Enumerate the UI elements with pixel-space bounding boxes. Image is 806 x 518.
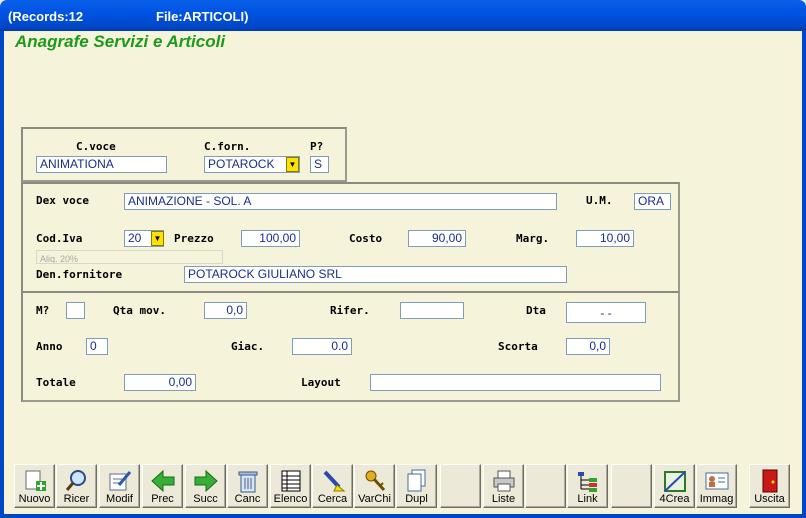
um-label: U.M. (586, 194, 613, 207)
um-input[interactable]: ORA (634, 193, 671, 210)
edit-document-icon (109, 471, 132, 491)
succ-label: Succ (193, 493, 218, 505)
dta-input[interactable]: - - (566, 302, 646, 323)
keys-icon (365, 470, 386, 492)
dupl-label: Dupl (405, 493, 428, 505)
scorta-label: Scorta (498, 340, 538, 353)
canc-button[interactable]: Canc (227, 464, 268, 508)
prec-button[interactable]: Prec (142, 464, 183, 508)
window-border-bottom (0, 514, 806, 518)
marg-input[interactable]: 10,00 (576, 230, 634, 247)
aliquota-readout: Aliq. 20% (36, 250, 223, 264)
rifer-label: Rifer. (330, 304, 370, 317)
list-grid-icon (281, 470, 301, 492)
forn-dropdown-button[interactable]: ▼ (286, 157, 299, 172)
nuovo-button[interactable]: Nuovo (14, 464, 55, 508)
p-input[interactable]: S (310, 156, 329, 173)
costo-label: Costo (349, 232, 383, 245)
prezzo-label: Prezzo (174, 232, 214, 245)
layout-input[interactable] (370, 374, 661, 391)
green-left-arrow-icon (151, 469, 175, 493)
magnifier-icon (65, 470, 86, 491)
iva-label: Cod.Iva (36, 232, 83, 245)
anno-label: Anno (36, 340, 63, 353)
new-document-plus-icon (25, 470, 46, 491)
prec-label: Prec (151, 493, 174, 505)
link-label: Link (577, 493, 598, 505)
ricer-label: Ricer (63, 493, 90, 505)
voce-input[interactable]: ANIMATIONA (36, 156, 167, 173)
dupl-button[interactable]: Dupl (396, 464, 437, 508)
immag-label: Immag (699, 493, 734, 505)
m-label: M? (36, 304, 50, 317)
chevron-down-icon: ▼ (153, 234, 162, 243)
iva-dropdown-button[interactable]: ▼ (151, 231, 164, 246)
succ-button[interactable]: Succ (185, 464, 226, 508)
action-toolbar: Nuovo Ricer Modif Prec Succ Canc Elenco … (14, 464, 794, 514)
crea-label: 4Crea (659, 493, 690, 505)
form-area: Anagrafe Servizi e Articoli C.voce ANIMA… (4, 31, 802, 514)
layout-label: Layout (301, 376, 341, 389)
title-bar: (Records:12 File:ARTICOLI) (0, 0, 806, 31)
chevron-down-icon: ▼ (288, 160, 297, 169)
nuovo-label: Nuovo (18, 493, 51, 505)
qta-label: Qta mov. (113, 304, 166, 317)
qta-input[interactable]: 0,0 (204, 302, 247, 319)
uscita-button[interactable]: Uscita (749, 464, 790, 508)
anno-input[interactable]: 0 (86, 338, 108, 355)
immag-button[interactable]: Immag (696, 464, 737, 508)
ricer-button[interactable]: Ricer (56, 464, 97, 508)
exit-door-icon (762, 469, 778, 493)
elenco-label: Elenco (273, 493, 308, 505)
modif-label: Modif (106, 493, 133, 505)
voce-label: C.voce (76, 140, 116, 153)
p-label: P? (310, 140, 324, 153)
prezzo-input[interactable]: 100,00 (241, 230, 300, 247)
modif-button[interactable]: Modif (99, 464, 140, 508)
duplicate-pages-icon (407, 469, 426, 492)
elenco-button[interactable]: Elenco (270, 464, 311, 508)
marg-label: Marg. (516, 232, 550, 245)
scorta-input[interactable]: 0,0 (566, 338, 610, 355)
green-right-arrow-icon (194, 469, 218, 493)
rifer-input[interactable] (400, 302, 464, 319)
dex-label: Dex voce (36, 194, 89, 207)
cerca-button[interactable]: Cerca (312, 464, 353, 508)
canc-label: Canc (234, 493, 261, 505)
totale-label: Totale (36, 376, 76, 389)
giac-label: Giac. (231, 340, 265, 353)
den-label: Den.fornitore (36, 268, 123, 281)
file-name: File:ARTICOLI) (156, 9, 249, 24)
dta-label: Dta (526, 304, 546, 317)
varchi-label: VarChi (358, 493, 391, 505)
trash-can-icon (238, 471, 258, 493)
page-title: Anagrafe Servizi e Articoli (15, 32, 226, 51)
search-highlighter-icon (323, 470, 346, 492)
empty-button-3[interactable] (611, 464, 652, 508)
liste-button[interactable]: Liste (483, 464, 524, 508)
costo-input[interactable]: 90,00 (408, 230, 466, 247)
liste-label: Liste (491, 493, 516, 505)
window-border-right (802, 31, 806, 518)
id-card-icon (705, 472, 729, 490)
records-count: (Records:12 (8, 9, 84, 24)
key-panel (21, 127, 347, 182)
crea-button[interactable]: 4Crea (654, 464, 695, 508)
tree-link-icon (578, 472, 597, 492)
dex-input[interactable]: ANIMAZIONE - SOL. A (124, 193, 557, 210)
printer-icon (493, 470, 515, 492)
cerca-label: Cerca (317, 493, 348, 505)
den-input[interactable]: POTAROCK GIULIANO SRL (184, 266, 567, 283)
m-input[interactable] (66, 302, 85, 319)
totale-input[interactable]: 0,00 (124, 374, 196, 391)
varchi-button[interactable]: VarChi (354, 464, 395, 508)
uscita-label: Uscita (754, 493, 785, 505)
forn-label: C.forn. (204, 140, 251, 153)
ruler-square-icon (664, 471, 686, 492)
empty-button-1[interactable] (440, 464, 481, 508)
link-button[interactable]: Link (567, 464, 608, 508)
empty-button-2[interactable] (525, 464, 566, 508)
giac-input[interactable]: 0.0 (292, 338, 352, 355)
